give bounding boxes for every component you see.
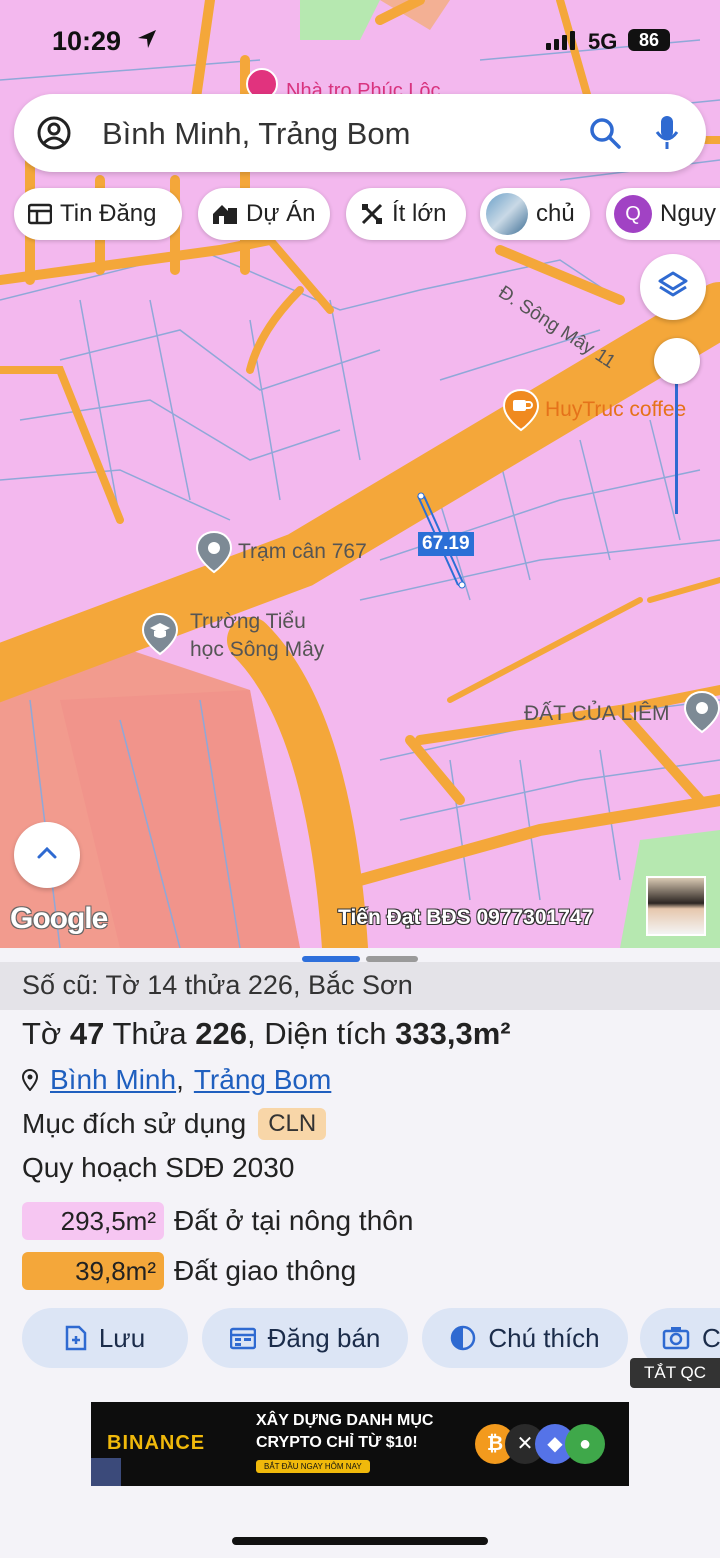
chip-chu[interactable]: chủ — [480, 188, 590, 240]
home-indicator[interactable] — [232, 1537, 488, 1545]
zone-row: 39,8m² Đất giao thông — [22, 1252, 356, 1290]
old-record-bar: Số cũ: Tờ 14 thửa 226, Bắc Sơn — [0, 962, 720, 1010]
chip-label: Ít lớn — [392, 200, 447, 227]
camera-label: C — [702, 1322, 720, 1353]
land-label[interactable]: ĐẤT CỦA LIÊM — [524, 702, 669, 726]
search-icon[interactable] — [588, 116, 622, 155]
school-pin-icon[interactable] — [140, 612, 180, 661]
ad-headline-2: CRYPTO CHỈ TỪ $10! — [256, 1434, 418, 1451]
contrast-icon — [450, 1325, 476, 1351]
chip-du-an[interactable]: Dự Án — [198, 188, 330, 240]
chip-label: Nguy — [660, 200, 717, 227]
location-separator: , — [176, 1064, 184, 1095]
school-label-line2[interactable]: học Sông Mây — [190, 638, 324, 662]
chevron-up-icon — [36, 846, 58, 865]
expand-sheet-button[interactable] — [14, 822, 80, 888]
frog-token-icon: ● — [565, 1424, 605, 1464]
agent-avatar — [646, 876, 706, 936]
zone-area-box: 39,8m² — [22, 1252, 164, 1290]
battery-indicator: 86 — [628, 29, 670, 51]
chip-nguy[interactable]: Q Nguy — [606, 188, 720, 240]
ward-link[interactable]: Bình Minh — [50, 1064, 176, 1096]
post-for-sale-label: Đăng bán — [267, 1322, 381, 1353]
scale-station-pin-icon[interactable] — [194, 530, 234, 579]
avatar: Q — [614, 195, 652, 233]
sheet-number: 47 — [69, 1016, 105, 1051]
calendar-icon — [229, 1326, 256, 1350]
ad-info-icon[interactable] — [91, 1458, 121, 1486]
area-label: , Diện tích — [246, 1016, 387, 1051]
zone-row: 293,5m² Đất ở tại nông thôn — [22, 1202, 413, 1240]
opacity-slider-handle[interactable] — [654, 338, 700, 384]
zone-label: Đất ở tại nông thôn — [174, 1205, 414, 1236]
legend-button[interactable]: Chú thích — [422, 1308, 628, 1368]
zone-label: Đất giao thông — [174, 1255, 357, 1286]
layers-icon — [657, 270, 689, 305]
microphone-icon[interactable] — [654, 114, 680, 157]
filter-chips: Tin Đăng Dự Án Ít lớn chủ Q Nguy — [0, 188, 720, 240]
camera-icon — [662, 1326, 690, 1350]
post-for-sale-button[interactable]: Đăng bán — [202, 1308, 408, 1368]
action-buttons: Lưu Đăng bán Chú thích C — [0, 1308, 720, 1368]
ad-headline-1: XÂY DỰNG DANH MỤC — [256, 1412, 434, 1429]
search-input[interactable]: Bình Minh, Trảng Bom — [102, 116, 410, 152]
chip-label: chủ — [536, 200, 575, 227]
avatar — [486, 193, 528, 235]
school-label-line1[interactable]: Trường Tiểu — [190, 610, 306, 634]
save-icon — [65, 1325, 87, 1351]
building-icon — [212, 202, 238, 226]
tools-icon — [360, 202, 384, 226]
measurement-label: 67.19 — [418, 532, 474, 556]
zone-area-box: 293,5m² — [22, 1202, 164, 1240]
legend-label: Chú thích — [488, 1322, 600, 1353]
layers-button[interactable] — [640, 254, 706, 320]
location-arrow-icon — [136, 28, 158, 55]
save-button[interactable]: Lưu — [22, 1308, 188, 1368]
status-bar: 10:29 5G 86 — [0, 0, 720, 80]
signal-icon — [546, 30, 576, 55]
search-bar[interactable]: Bình Minh, Trảng Bom — [14, 94, 706, 172]
watermark-text: Tiến Đạt BĐS 0977301747 — [338, 906, 594, 929]
parcel-location: Bình Minh, Trảng Bom — [22, 1064, 331, 1096]
save-button-label: Lưu — [98, 1322, 146, 1353]
parcel-label: Thửa — [112, 1016, 187, 1051]
purpose-label: Mục đích sử dụng — [22, 1108, 247, 1139]
newspaper-icon — [28, 203, 52, 225]
ad-brand: BINANCE — [107, 1432, 206, 1454]
ad-cta: BẮT ĐẦU NGAY HÔM NAY — [256, 1460, 370, 1473]
google-logo: Google — [10, 902, 108, 935]
purpose-code-badge: CLN — [258, 1108, 327, 1140]
coffee-label[interactable]: HuyTruc coffee — [545, 398, 686, 422]
opacity-slider-track[interactable] — [675, 380, 678, 514]
chip-label: Tin Đăng — [60, 200, 157, 227]
chip-tin-dang[interactable]: Tin Đăng — [14, 188, 182, 240]
area-value: 333,3m² — [395, 1016, 511, 1051]
coffee-pin-icon[interactable] — [502, 388, 540, 437]
old-record-text: Số cũ: Tờ 14 thửa 226, Bắc Sơn — [22, 970, 413, 1000]
network-type: 5G — [588, 29, 618, 54]
account-icon[interactable] — [36, 115, 72, 156]
chip-label: Dự Án — [246, 200, 316, 227]
parcel-title: Tờ 47 Thửa 226, Diện tích 333,3m² — [22, 1016, 511, 1052]
district-link[interactable]: Trảng Bom — [194, 1064, 331, 1096]
status-time: 10:29 — [52, 26, 122, 56]
scale-station-label[interactable]: Trạm cân 767 — [238, 540, 367, 564]
sheet-label: Tờ — [22, 1016, 62, 1051]
location-pin-icon — [22, 1069, 38, 1091]
land-use-purpose: Mục đích sử dụng CLN — [22, 1108, 327, 1140]
parcel-number: 226 — [195, 1016, 247, 1051]
land-pin-icon[interactable] — [682, 690, 720, 739]
close-ads-button[interactable]: TẮT QC — [630, 1358, 720, 1388]
chip-it-lon[interactable]: Ít lớn — [346, 188, 466, 240]
ad-banner[interactable]: BINANCE XÂY DỰNG DANH MỤC CRYPTO CHỈ TỪ … — [91, 1402, 629, 1486]
plan-title: Quy hoạch SDĐ 2030 — [22, 1152, 295, 1183]
